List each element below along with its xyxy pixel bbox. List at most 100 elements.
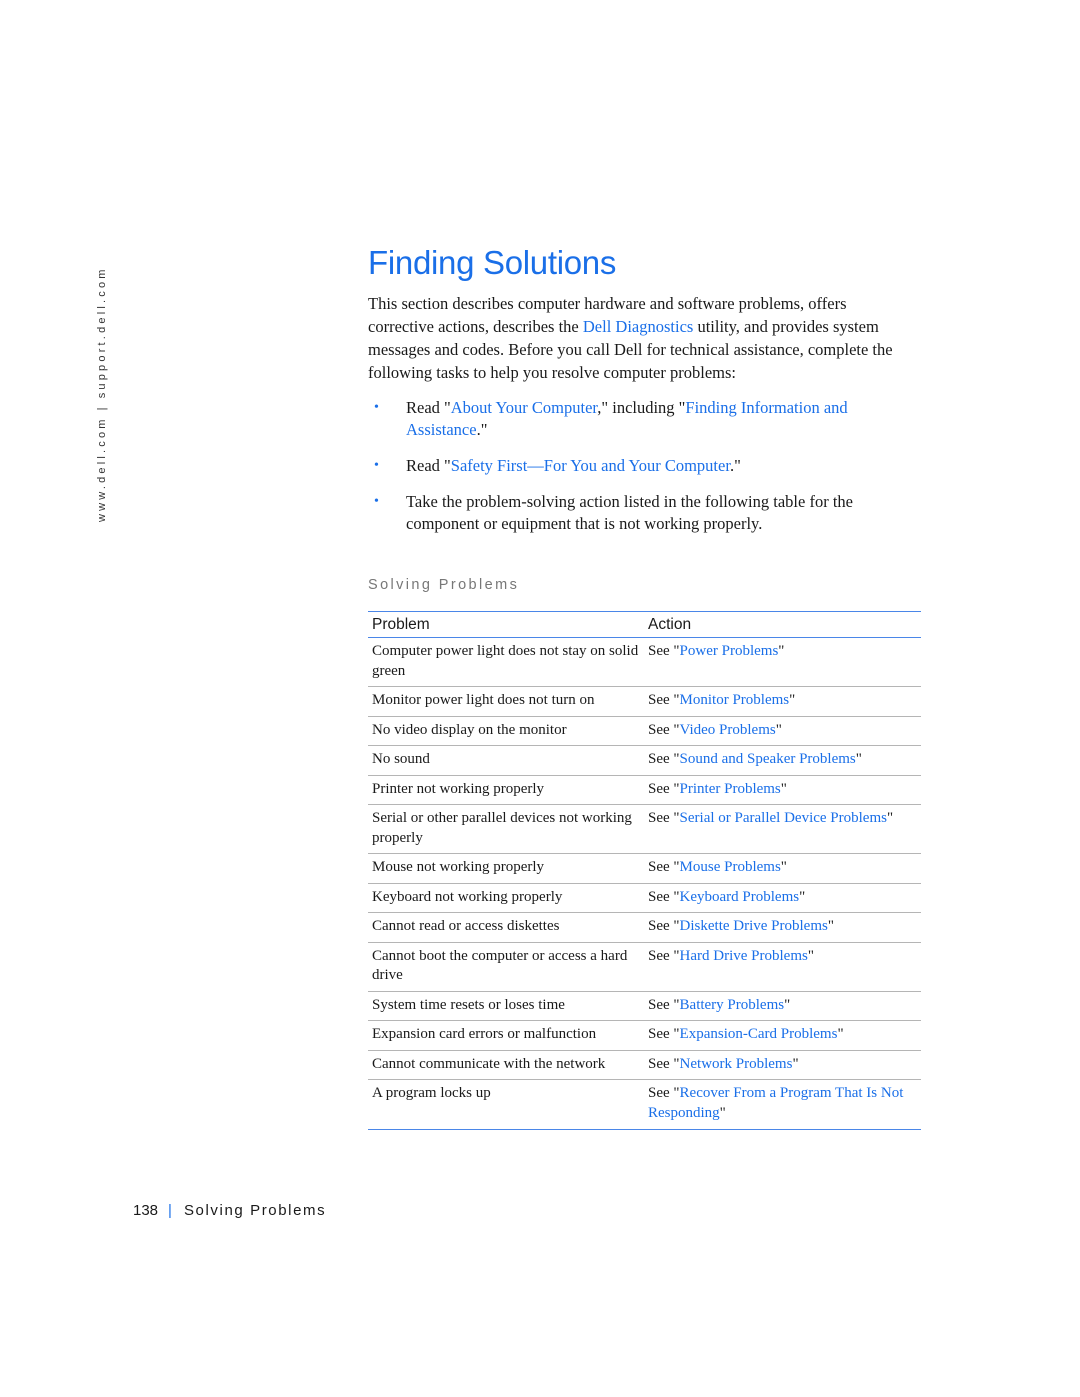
problem-cell: Cannot read or access diskettes xyxy=(368,912,644,943)
see-text: See " xyxy=(648,888,680,905)
action-cell: See "Keyboard Problems" xyxy=(644,883,921,913)
action-cell: See "Mouse Problems" xyxy=(644,853,921,884)
table-row: No video display on the monitor See "Vide… xyxy=(368,716,921,746)
table-row: Cannot communicate with the network See "… xyxy=(368,1050,921,1080)
about-your-computer-link[interactable]: About Your Computer xyxy=(451,398,597,417)
action-cell: See "Battery Problems" xyxy=(644,991,921,1021)
sidebar-www-link[interactable]: www.dell.com xyxy=(96,416,108,522)
action-link[interactable]: Battery Problems xyxy=(680,997,785,1013)
intro-paragraph: This section describes computer hardware… xyxy=(368,292,908,384)
problem-cell: Monitor power light does not turn on xyxy=(368,686,644,717)
action-link[interactable]: Mouse Problems xyxy=(680,859,781,875)
action-link[interactable]: Keyboard Problems xyxy=(680,889,800,905)
table-row: Printer not working properly See "Printer… xyxy=(368,775,921,805)
action-cell: See "Diskette Drive Problems" xyxy=(644,912,921,943)
see-text: See " xyxy=(648,780,680,797)
action-cell: See "Expansion-Card Problems" xyxy=(644,1020,921,1051)
page-footer: 138 | Solving Problems xyxy=(133,1202,326,1219)
sidebar-support-link[interactable]: support.dell.com xyxy=(96,266,108,398)
problem-cell: Mouse not working properly xyxy=(368,853,644,884)
action-cell: See "Hard Drive Problems" xyxy=(644,942,921,992)
header-action: Action xyxy=(644,611,921,638)
action-link[interactable]: Hard Drive Problems xyxy=(680,948,808,964)
action-link[interactable]: Sound and Speaker Problems xyxy=(680,751,856,767)
table-row: Cannot boot the computer or access a har… xyxy=(368,942,921,992)
table-row: Expansion card errors or malfunction See … xyxy=(368,1020,921,1051)
action-cell: See "Sound and Speaker Problems" xyxy=(644,745,921,776)
action-cell: See "Printer Problems" xyxy=(644,775,921,805)
table-body: Computer power light does not stay on so… xyxy=(368,637,921,1130)
task-item: • Take the problem-solving action listed… xyxy=(368,491,918,535)
close-quote: " xyxy=(778,643,785,659)
task-text: Read " xyxy=(406,398,451,417)
see-text: See " xyxy=(648,751,680,767)
see-text: See " xyxy=(648,810,680,826)
table-row: Monitor power light does not turn on See … xyxy=(368,686,921,717)
footer-separator: | xyxy=(168,1202,172,1219)
page-number: 138 xyxy=(133,1202,159,1219)
table-row: Mouse not working properly See "Mouse Pro… xyxy=(368,853,921,884)
problem-cell: System time resets or loses time xyxy=(368,991,644,1021)
problem-cell: No video display on the monitor xyxy=(368,716,644,746)
action-cell: See "Video Problems" xyxy=(644,716,921,746)
see-text: See " xyxy=(648,996,680,1013)
problem-cell: Serial or other parallel devices not wor… xyxy=(368,804,644,854)
action-link[interactable]: Network Problems xyxy=(680,1056,793,1072)
see-text: See " xyxy=(648,859,680,875)
problem-cell: Computer power light does not stay on so… xyxy=(368,637,644,687)
problem-cell: Keyboard not working properly xyxy=(368,883,644,913)
dell-diagnostics-link[interactable]: Dell Diagnostics xyxy=(583,317,693,336)
table-row: A program locks up See "Recover From a Pr… xyxy=(368,1079,921,1130)
action-cell: See "Network Problems" xyxy=(644,1050,921,1080)
page-title: Finding Solutions xyxy=(368,244,617,281)
action-link[interactable]: Power Problems xyxy=(680,643,779,659)
see-text: See " xyxy=(648,692,680,708)
close-quote: " xyxy=(775,721,782,738)
action-cell: See "Monitor Problems" xyxy=(644,686,921,717)
task-text: Take the problem-solving action listed i… xyxy=(406,492,853,533)
table-row: System time resets or loses time See "Bat… xyxy=(368,991,921,1021)
close-quote: " xyxy=(792,1055,799,1072)
task-list: • Read "About Your Computer," including … xyxy=(368,397,918,549)
task-item: • Read "Safety First—For You and Your Co… xyxy=(368,455,918,477)
close-quote: " xyxy=(855,751,862,767)
sidebar-url-text: www.dell.com | support.dell.com xyxy=(96,266,108,522)
close-quote: " xyxy=(837,1026,844,1042)
solving-problems-table: Problem Action Computer power light does… xyxy=(368,611,921,1130)
action-link[interactable]: Printer Problems xyxy=(680,781,781,797)
see-text: See " xyxy=(648,947,680,964)
safety-first-link[interactable]: Safety First—For You and Your Computer xyxy=(451,456,730,475)
table-header-row: Problem Action xyxy=(368,611,921,638)
bullet-icon: • xyxy=(374,400,379,415)
task-text: ," including " xyxy=(597,398,686,417)
sidebar-separator: | xyxy=(96,404,108,411)
problem-cell: Printer not working properly xyxy=(368,775,644,805)
action-link[interactable]: Diskette Drive Problems xyxy=(680,918,828,934)
action-link[interactable]: Recover From a Program That Is Not Respo… xyxy=(648,1085,903,1121)
close-quote: " xyxy=(799,888,806,905)
problem-cell: Cannot boot the computer or access a har… xyxy=(368,942,644,992)
action-link[interactable]: Expansion-Card Problems xyxy=(680,1026,838,1042)
close-quote: " xyxy=(886,810,894,826)
close-quote: " xyxy=(780,780,787,797)
problem-cell: Cannot communicate with the network xyxy=(368,1050,644,1080)
problem-cell: No sound xyxy=(368,745,644,776)
action-cell: See "Power Problems" xyxy=(644,637,921,687)
task-text: ." xyxy=(476,420,488,439)
bullet-icon: • xyxy=(374,494,379,509)
footer-section-title: Solving Problems xyxy=(183,1202,327,1219)
action-link[interactable]: Serial or Parallel Device Problems xyxy=(680,810,887,826)
header-problem: Problem xyxy=(368,611,644,638)
action-cell: See "Serial or Parallel Device Problems" xyxy=(644,804,921,854)
problem-cell: A program locks up xyxy=(368,1079,644,1130)
close-quote: " xyxy=(719,1104,726,1121)
close-quote: " xyxy=(807,947,814,964)
action-link[interactable]: Video Problems xyxy=(680,722,776,738)
close-quote: " xyxy=(780,859,787,875)
table-caption: Solving Problems xyxy=(368,577,520,593)
action-link[interactable]: Monitor Problems xyxy=(680,692,790,708)
close-quote: " xyxy=(784,996,791,1013)
close-quote: " xyxy=(789,692,796,708)
bullet-icon: • xyxy=(374,458,379,473)
table-row: Serial or other parallel devices not wor… xyxy=(368,804,921,854)
